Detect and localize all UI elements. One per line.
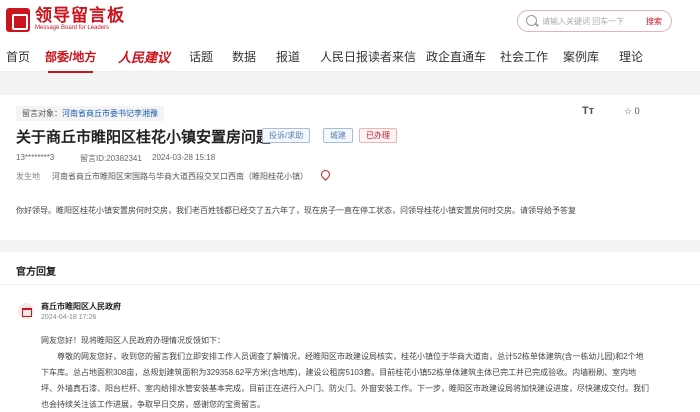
message-card: 留言对象：河南省商丘市委书记李湘豫 关于商丘市睢阳区桂花小镇安置房问题 投诉/求… [0,95,700,240]
reply-date: 2024-04-18 17:26 [41,314,97,321]
logo-title: 领导留言板 [35,6,125,25]
nav-item-ministries[interactable]: 部委/地方 [45,48,96,73]
search-icon [526,15,537,26]
nav-item-reports[interactable]: 报道 [276,48,300,65]
favorite-button[interactable]: ☆ 0 [624,106,640,117]
reply-org: 商丘市睢阳区人民政府 [41,302,121,311]
nav-item-data[interactable]: 数据 [232,48,256,65]
site-logo[interactable]: 领导留言板 Message Board for Leaders [6,7,125,32]
government-icon [18,303,34,319]
nav-item-enterprise[interactable]: 政企直通车 [426,48,486,65]
recipient: 留言对象：河南省商丘市委书记李湘豫 [16,106,164,121]
nav-item-theory[interactable]: 理论 [619,48,643,65]
star-icon: ☆ [624,106,633,116]
nav-item-social-work[interactable]: 社会工作 [500,48,548,65]
reply-line: 坪、外墙真石漆、阳台栏杆、室内给排水管安装基本完成，目前正在进行入户门、防火门、… [41,384,649,393]
main-nav: 首页 部委/地方 人民建议 话题 数据 报道 人民日报读者来信 政企直通车 社会… [0,38,700,73]
reply-line: 网友您好！现将睢阳区人民政府办理情况反馈如下： [41,336,225,345]
reply-line: 尊敬的网友您好，收到您的留言我们立即安排工作人员调查了解情况，经睢阳区市政建设局… [57,352,644,361]
search-input[interactable] [542,14,632,28]
logo-icon [6,7,30,32]
nav-item-reader-letters[interactable]: 人民日报读者来信 [320,48,416,65]
reply-heading: 官方回复 [16,267,56,278]
address-label: 发生地 [16,172,40,181]
status-badge: 已办理 [359,128,397,143]
message-time: 2024-03-28 15:18 [152,153,216,162]
official-reply-card: 官方回复 商丘市睢阳区人民政府 2024-04-18 17:26 网友您好！现将… [0,252,700,412]
address: 河南省商丘市睢阳区宋国路与华商大道西段交叉口西南（睢阳桂花小镇） [52,172,308,181]
nav-item-people-suggestions[interactable]: 人民建议 [118,47,170,66]
tag-type[interactable]: 投诉/求助 [262,128,311,143]
nav-item-topics[interactable]: 话题 [189,48,213,65]
reply-line: 下车库。总占地面积308亩，总规划建筑面积为329358.62平方米(含地库)，… [41,368,637,377]
recipient-link[interactable]: 河南省商丘市委书记李湘豫 [62,109,158,118]
favorite-count: 0 [634,106,640,116]
font-size-icon[interactable]: Tт [582,105,594,117]
nav-item-cases[interactable]: 案例库 [563,48,599,65]
message-content: 你好领导。睢阳区桂花小镇安置房何时交房，我们老百姓钱都已经交了五六年了，现在房子… [16,206,576,215]
top-header: 领导留言板 Message Board for Leaders 搜索 [0,0,700,38]
logo-subtitle: Message Board for Leaders [35,25,110,31]
search-button[interactable]: 搜索 [646,16,662,27]
search-box: 搜索 [517,10,672,32]
location-pin-icon[interactable] [319,168,332,181]
tag-field[interactable]: 城建 [323,128,353,143]
message-user: 13********3 [16,153,55,162]
message-title: 关于商丘市睢阳区桂花小镇安置房问题 [16,129,272,146]
message-id: 留言ID:20382341 [80,154,142,163]
nav-item-home[interactable]: 首页 [6,48,30,65]
divider [0,284,700,285]
reply-line: 也会持续关注该工作进展，争取早日交房，感谢您的宝贵留言。 [41,400,265,409]
